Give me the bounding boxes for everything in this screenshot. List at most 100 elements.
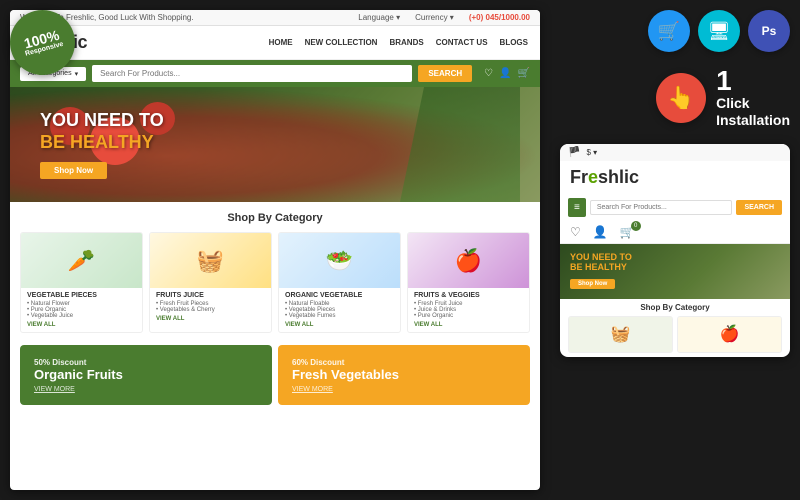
category-card-fruitsveggies[interactable]: 🍎 FRUITS & VEGGIES • Fresh Fruit Juice• …	[407, 232, 530, 333]
dollar-dropdown[interactable]: $ ▾	[586, 148, 597, 157]
mobile-cat-img-1: 🧺	[569, 317, 672, 352]
shop-category-title: Shop By Category	[20, 212, 530, 224]
monitor-device-icon: 🖥	[698, 10, 740, 52]
one-click-section: 👆 1 Click Installation	[560, 67, 790, 129]
promo-view-more-vegetables[interactable]: VIEW MORE	[292, 386, 516, 393]
phone-number: (+0) 045/1000.00	[469, 13, 530, 22]
device-icons: 🛒 🖥 Ps	[560, 10, 790, 52]
currency-label[interactable]: Currency ▾	[415, 13, 454, 22]
cat-info-vegetables: VEGETABLE PIECES • Natural Flower• Pure …	[21, 288, 142, 332]
promo-view-more-organic[interactable]: VIEW MORE	[34, 386, 258, 393]
promo-banners: 50% Discount Organic Fruits VIEW MORE 60…	[10, 339, 540, 411]
mobile-logo-bar: Freshlic	[560, 161, 790, 194]
ps-label: Ps	[762, 24, 777, 38]
nav-blogs[interactable]: BLOGS	[500, 38, 528, 47]
mobile-logo: Freshlic	[570, 167, 780, 188]
cat-img-fruits: 🧺	[150, 233, 271, 288]
mobile-shop-category: Shop By Category 🧺 🍎	[560, 299, 790, 357]
nav-brands[interactable]: BRANDS	[389, 38, 423, 47]
cat-img-organic: 🥗	[279, 233, 400, 288]
mobile-wishlist-icon[interactable]: ♡	[570, 225, 581, 239]
hero-text: YOU NEED TO BE HEALTHY Shop Now	[40, 110, 164, 178]
cat-items-vegetables: • Natural Flower• Pure Organic• Vegetabl…	[27, 301, 136, 319]
mobile-icons-row: ♡ 👤 🛒 0	[560, 221, 790, 244]
mobile-cat-item-1[interactable]: 🧺	[568, 316, 673, 353]
cat-img-fruitsveggies: 🍎	[408, 233, 529, 288]
cat-name-organic: ORGANIC VEGETABLE	[285, 292, 394, 299]
search-button[interactable]: SEARCH	[418, 65, 472, 82]
search-action-icons: ♡ 👤 🛒	[484, 68, 530, 79]
mobile-hero-line2: BE HEALTHY	[570, 262, 627, 272]
hero-line1: YOU NEED TO	[40, 110, 164, 130]
click-label-line1: Click	[716, 95, 790, 112]
hero-banner: YOU NEED TO BE HEALTHY Shop Now	[10, 87, 540, 202]
cat-info-organic: ORGANIC VEGETABLE • Natural Floable• Veg…	[279, 288, 400, 332]
view-all-organic[interactable]: VIEW ALL	[285, 322, 394, 328]
promo-card-vegetables[interactable]: 60% Discount Fresh Vegetables VIEW MORE	[278, 345, 530, 405]
cart-device-icon: 🛒	[648, 10, 690, 52]
view-all-vegetables[interactable]: VIEW ALL	[27, 322, 136, 328]
top-bar: Welcome To Freshlic, Good Luck With Shop…	[10, 10, 540, 26]
category-card-organic[interactable]: 🥗 ORGANIC VEGETABLE • Natural Floable• V…	[278, 232, 401, 333]
cat-items-fruitsveggies: • Fresh Fruit Juice• Juice & Drinks• Pur…	[414, 301, 523, 319]
nav-bar: Freshlic HOME NEW COLLECTION BRANDS CONT…	[10, 26, 540, 60]
mobile-search-button[interactable]: SEARCH	[736, 200, 782, 215]
click-label-line2: Installation	[716, 112, 790, 129]
cat-img-vegetables: 🥕	[21, 233, 142, 288]
view-all-fruitsveggies[interactable]: VIEW ALL	[414, 322, 523, 328]
mobile-search-row: ≡ SEARCH	[560, 194, 790, 221]
search-bar: All Categories ▾ SEARCH ♡ 👤 🛒	[10, 60, 540, 87]
click-icon: 👆	[656, 73, 706, 123]
wishlist-icon[interactable]: ♡	[484, 68, 493, 79]
nav-links: HOME NEW COLLECTION BRANDS CONTACT US BL…	[269, 38, 528, 47]
mobile-hero: YOU NEED TO BE HEALTHY Shop Now	[560, 244, 790, 299]
flag-icon: 🏴	[568, 147, 580, 158]
mobile-hero-text: YOU NEED TO BE HEALTHY	[570, 252, 632, 272]
search-input[interactable]	[92, 65, 412, 82]
right-panel: 🛒 🖥 Ps 👆 1 Click Installation 🏴 $ ▾ Fres…	[560, 10, 790, 357]
cart-icon[interactable]: 🛒	[518, 68, 530, 79]
mobile-account-icon[interactable]: 👤	[593, 225, 608, 239]
promo-name-organic: Organic Fruits	[34, 367, 258, 382]
cat-info-fruits: FRUITS JUICE • Fresh Fruit Pieces• Veget…	[150, 288, 271, 326]
mobile-preview: 🏴 $ ▾ Freshlic ≡ SEARCH ♡ 👤 🛒 0 YOU NEED…	[560, 144, 790, 357]
hero-title: YOU NEED TO BE HEALTHY	[40, 110, 164, 153]
mobile-menu-button[interactable]: ≡	[568, 198, 586, 217]
cat-name-fruits: FRUITS JUICE	[156, 292, 265, 299]
mobile-cat-row: 🧺 🍎	[568, 316, 782, 353]
view-all-fruits[interactable]: VIEW ALL	[156, 316, 265, 322]
ps-device-icon: Ps	[748, 10, 790, 52]
hero-line2: BE HEALTHY	[40, 132, 154, 152]
category-card-fruits[interactable]: 🧺 FRUITS JUICE • Fresh Fruit Pieces• Veg…	[149, 232, 272, 333]
promo-card-organic[interactable]: 50% Discount Organic Fruits VIEW MORE	[20, 345, 272, 405]
mobile-shop-now-button[interactable]: Shop Now	[570, 279, 615, 289]
click-number: 1	[716, 67, 790, 95]
language-label[interactable]: Language ▾	[358, 13, 400, 22]
mobile-shop-category-title: Shop By Category	[568, 303, 782, 312]
cat-info-fruitsveggies: FRUITS & VEGGIES • Fresh Fruit Juice• Ju…	[408, 288, 529, 332]
category-card-vegetables[interactable]: 🥕 VEGETABLE PIECES • Natural Flower• Pur…	[20, 232, 143, 333]
mobile-top-bar: 🏴 $ ▾	[560, 144, 790, 161]
cat-items-organic: • Natural Floable• Vegetable Pieces• Veg…	[285, 301, 394, 319]
mobile-cart-icon[interactable]: 🛒 0	[620, 225, 635, 239]
mobile-cat-item-2[interactable]: 🍎	[677, 316, 782, 353]
category-grid: 🥕 VEGETABLE PIECES • Natural Flower• Pur…	[20, 232, 530, 333]
cat-items-fruits: • Fresh Fruit Pieces• Vegetables & Cherr…	[156, 301, 265, 313]
click-text: 1 Click Installation	[716, 67, 790, 129]
cat-name-fruitsveggies: FRUITS & VEGGIES	[414, 292, 523, 299]
shop-category-section: Shop By Category 🥕 VEGETABLE PIECES • Na…	[10, 202, 540, 339]
mobile-cat-img-2: 🍎	[678, 317, 781, 352]
cart-badge: 0	[631, 221, 641, 231]
account-icon[interactable]: 👤	[499, 68, 511, 79]
nav-new-collection[interactable]: NEW COLLECTION	[305, 38, 378, 47]
mobile-search-input[interactable]	[590, 200, 733, 215]
shop-now-button[interactable]: Shop Now	[40, 162, 107, 179]
promo-discount-vegetables: 60% Discount	[292, 358, 516, 367]
main-preview: Welcome To Freshlic, Good Luck With Shop…	[10, 10, 540, 490]
mobile-hero-line1: YOU NEED TO	[570, 252, 632, 262]
cat-name-vegetables: VEGETABLE PIECES	[27, 292, 136, 299]
nav-home[interactable]: HOME	[269, 38, 293, 47]
promo-name-vegetables: Fresh Vegetables	[292, 367, 516, 382]
chevron-down-icon: ▾	[75, 70, 79, 78]
nav-contact[interactable]: CONTACT US	[436, 38, 488, 47]
